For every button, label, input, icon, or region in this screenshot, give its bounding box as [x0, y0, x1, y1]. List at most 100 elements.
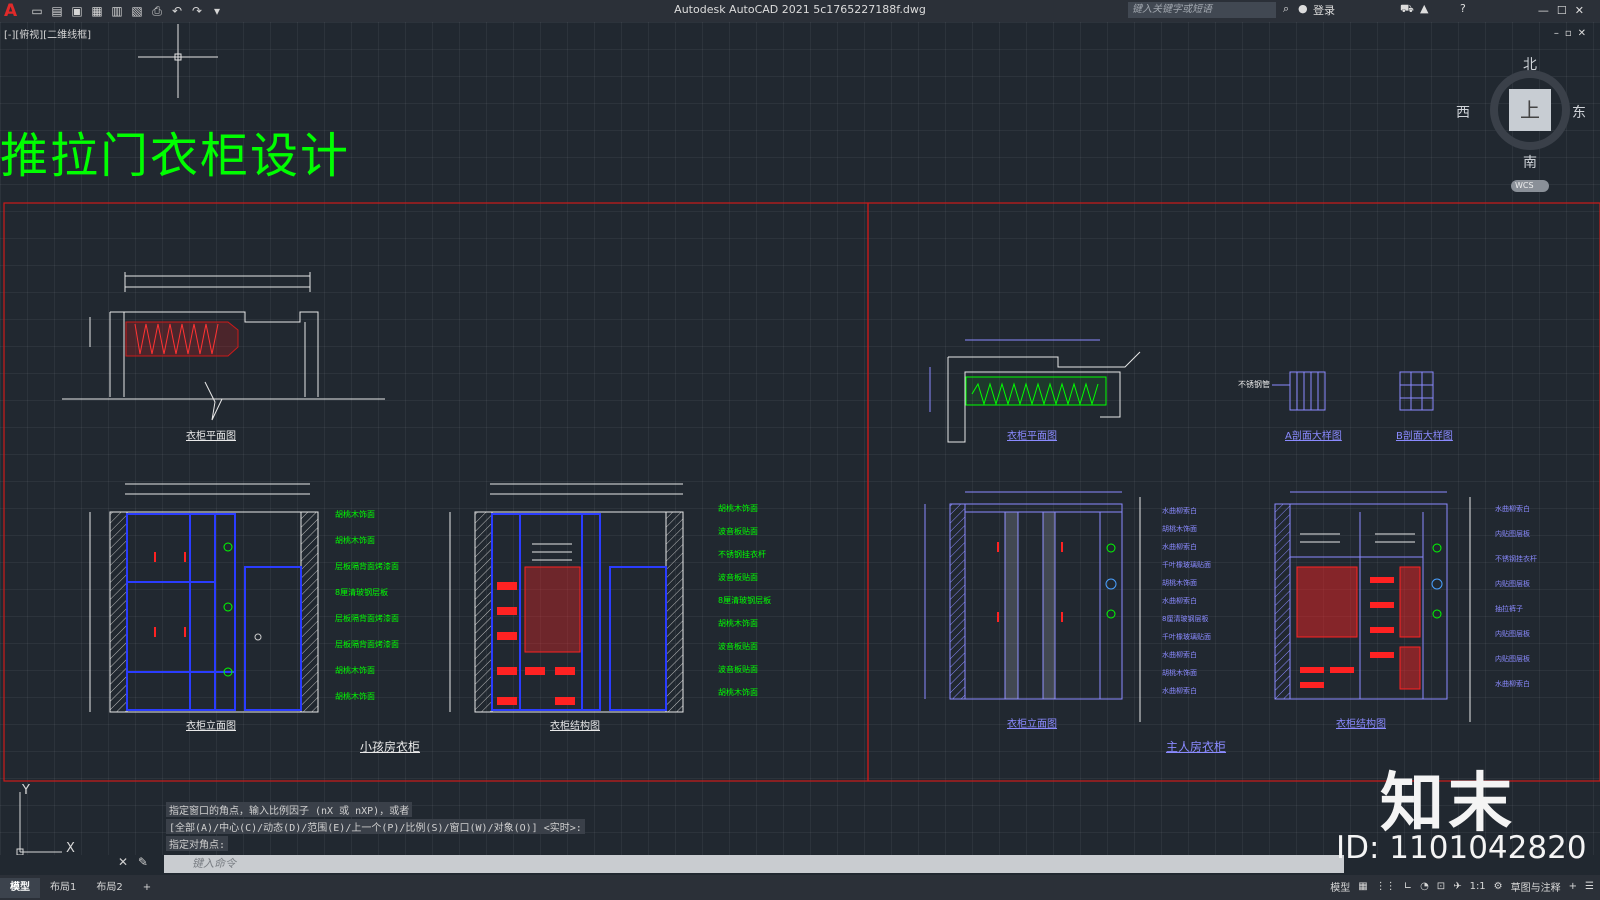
tab-model[interactable]: 模型: [0, 877, 40, 898]
left-structure-drawing: [449, 483, 684, 713]
cart-icon[interactable]: ⛟: [1400, 2, 1414, 17]
title-bar: A ▭ ▤ ▣ ▦ ▥ ▧ ⎙ ↶ ↷ ▾ Autodesk AutoCAD 2…: [0, 0, 1600, 22]
annotation-label: 胡桃木饰面: [1162, 579, 1197, 587]
section-detail-drawings: [1272, 371, 1434, 411]
annotation-label: 波音板贴面: [718, 527, 758, 536]
user-icon[interactable]: ●: [1298, 2, 1308, 15]
viewcube-top-face[interactable]: 上: [1509, 89, 1551, 131]
annotation-label: 不锈钢挂衣杆: [718, 550, 766, 559]
gear-icon[interactable]: ⚙: [1492, 881, 1505, 892]
annotation-label: 层板隔背面烤漆面: [335, 640, 399, 649]
annotation-label: 千叶橡玻璃贴面: [1162, 561, 1211, 569]
annotation-label: 抽拉裤子: [1495, 605, 1523, 613]
redo-icon[interactable]: ↷: [188, 2, 206, 20]
annotation-label: 水曲柳索白: [1162, 543, 1197, 551]
login-button[interactable]: 登录: [1313, 2, 1335, 18]
right-elevation-drawing: [924, 491, 1141, 722]
command-history-line-3: 指定对角点:: [166, 836, 229, 851]
annotation-list-right-structure: 水曲柳索白 内贴图层板 不锈钢挂衣杆 内贴图层板 抽拉裤子 内贴图层板 内贴图层板 水曲柳索白: [1495, 497, 1575, 697]
annotation-label: 胡桃木饰面: [718, 619, 758, 628]
annotation-list-right-elevation: 水曲柳索白 胡桃木饰面 水曲柳索白 千叶橡玻璃贴面 胡桃木饰面 水曲柳索白 8厘清玻钢层板千…: [1162, 502, 1242, 700]
ucs-icon: [16, 792, 62, 855]
ucs-x-label: X: [66, 841, 75, 855]
a360-icon[interactable]: ▲: [1420, 2, 1428, 15]
add-layout-icon[interactable]: +: [133, 878, 161, 898]
publish-icon[interactable]: ▧: [128, 2, 146, 20]
tab-layout1[interactable]: 布局1: [40, 878, 86, 898]
right-structure-drawing: [1274, 491, 1471, 722]
compass-east[interactable]: 东: [1572, 102, 1586, 122]
compass-south[interactable]: 南: [1523, 152, 1537, 172]
compass-west[interactable]: 西: [1456, 102, 1470, 122]
annotation-label: 胡桃木饰面: [718, 504, 758, 513]
annotation-label: 水曲柳索白: [1162, 651, 1197, 659]
open-folder-icon[interactable]: ▤: [48, 2, 66, 20]
caption-right-structure: 衣柜结构图: [1336, 719, 1386, 730]
wcs-menu[interactable]: WCS: [1511, 180, 1549, 192]
save-as-icon[interactable]: ▦: [88, 2, 106, 20]
left-plan-drawing: [62, 272, 385, 421]
customize-dropdown-icon[interactable]: ▾: [208, 2, 226, 20]
annotation-label: 8厘清玻钢层板: [335, 588, 389, 597]
osnap-icon[interactable]: ⊡: [1435, 881, 1447, 892]
plot-icon[interactable]: ▥: [108, 2, 126, 20]
grid-icon[interactable]: ▦: [1356, 881, 1369, 892]
window-controls[interactable]: —☐✕: [1538, 4, 1592, 17]
annotation-label: 胡桃木饰面: [335, 536, 375, 545]
annotation-label: 波音板贴面: [718, 573, 758, 582]
status-scale[interactable]: 1:1: [1468, 881, 1488, 892]
stainless-pipe-label: 不锈钢管: [1238, 380, 1270, 389]
right-group-title: 主人房衣柜: [1166, 740, 1227, 754]
search-icon[interactable]: ⌕: [1283, 2, 1289, 16]
annotation-label: 胡桃木饰面: [1162, 669, 1197, 677]
status-bar: 模型 ▦ ⋮⋮ ∟ ◔ ⊡ ✈ 1:1 ⚙ 草图与注释 + ☰: [1328, 879, 1596, 894]
annotation-label: 胡桃木饰面: [335, 666, 375, 675]
crosshair-cursor: [138, 24, 218, 98]
annotation-icon[interactable]: ✈: [1451, 881, 1463, 892]
command-history-line-2: [全部(A)/中心(C)/动态(D)/范围(E)/上一个(P)/比例(S)/窗口…: [166, 819, 585, 834]
left-group-title: 小孩房衣柜: [360, 740, 421, 754]
help-icon[interactable]: ?: [1460, 2, 1466, 15]
caption-right-plan: 衣柜平面图: [1007, 431, 1057, 442]
annotation-label: 内贴图层板: [1495, 655, 1530, 663]
caption-right-elevation: 衣柜立面图: [1007, 719, 1057, 730]
tab-layout2[interactable]: 布局2: [86, 878, 132, 898]
print-icon[interactable]: ⎙: [148, 2, 166, 20]
new-file-icon[interactable]: ▭: [28, 2, 46, 20]
annotation-label: 胡桃木饰面: [718, 688, 758, 697]
command-history-line-1: 指定窗口的角点，输入比例因子 (nX 或 nXP)，或者: [166, 802, 413, 817]
command-line-buttons[interactable]: ✕ ✎: [118, 855, 151, 869]
snap-icon[interactable]: ⋮⋮: [1374, 881, 1398, 892]
search-input[interactable]: 键入关键字或短语: [1128, 2, 1276, 18]
save-icon[interactable]: ▣: [68, 2, 86, 20]
caption-left-elevation: 衣柜立面图: [186, 721, 236, 732]
status-model[interactable]: 模型: [1328, 879, 1352, 894]
plus-icon[interactable]: +: [1567, 881, 1579, 892]
compass-north[interactable]: 北: [1523, 54, 1537, 74]
autocad-logo[interactable]: A: [4, 1, 22, 21]
command-history: 指定窗口的角点，输入比例因子 (nX 或 nXP)，或者 [全部(A)/中心(C…: [166, 802, 585, 853]
window-title: Autodesk AutoCAD 2021 5c1765227188f.dwg: [674, 3, 926, 16]
menu-icon[interactable]: ☰: [1583, 881, 1596, 892]
drawing-canvas: Y X: [3, 24, 1600, 855]
command-input[interactable]: 键入命令: [164, 855, 1344, 873]
annotation-label: 水曲柳索白: [1495, 680, 1530, 688]
left-elevation-drawing: [89, 483, 319, 713]
viewcube[interactable]: 上 北 南 西 东: [1456, 57, 1586, 171]
polar-icon[interactable]: ◔: [1418, 881, 1431, 892]
caption-section-b: B剖面大样图: [1396, 431, 1453, 442]
annotation-label: 水曲柳索白: [1495, 505, 1530, 513]
annotation-label: 波音板贴面: [718, 642, 758, 651]
status-workspace[interactable]: 草图与注释: [1509, 879, 1563, 894]
annotation-label: 不锈钢挂衣杆: [1495, 555, 1537, 563]
watermark-id: ID: 1101042820: [1336, 830, 1587, 866]
undo-icon[interactable]: ↶: [168, 2, 186, 20]
annotation-label: 层板隔背面烤漆面: [335, 614, 399, 623]
viewport-window-controls[interactable]: –▫✕: [1554, 28, 1592, 39]
annotation-label: 胡桃木饰面: [335, 692, 375, 701]
drawing-viewport[interactable]: [-][俯视][二维线框] 推拉门衣柜设计 Y X 衣柜平面图 衣柜立面图 衣柜…: [0, 22, 1600, 855]
annotation-label: 水曲柳索白: [1162, 507, 1197, 515]
ortho-icon[interactable]: ∟: [1402, 881, 1414, 892]
caption-left-plan: 衣柜平面图: [186, 431, 236, 442]
caption-section-a: A剖面大样图: [1285, 431, 1342, 442]
